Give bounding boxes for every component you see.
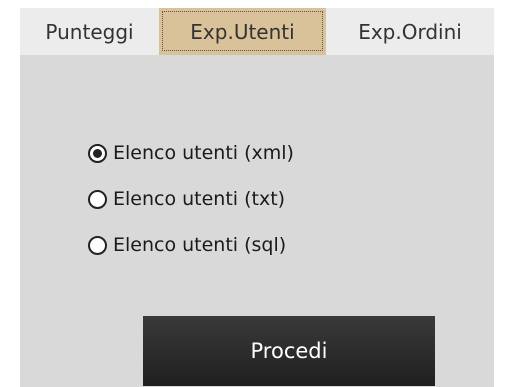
tab-punteggi-label: Punteggi (45, 19, 134, 44)
radio-option-xml[interactable]: Elenco utenti (xml) (88, 130, 294, 176)
proceed-button-label: Procedi (250, 339, 328, 363)
tab-exp-utenti-label: Exp.Utenti (190, 19, 295, 44)
tab-panel-exp-utenti: Elenco utenti (xml) Elenco utenti (txt) … (20, 55, 494, 387)
tab-exp-ordini-label: Exp.Ordini (358, 19, 462, 44)
tab-punteggi[interactable]: Punteggi (20, 8, 159, 55)
radio-option-txt[interactable]: Elenco utenti (txt) (88, 176, 294, 222)
proceed-button[interactable]: Procedi (143, 316, 435, 386)
radio-button-xml[interactable] (88, 143, 107, 163)
tab-exp-ordini[interactable]: Exp.Ordini (326, 8, 494, 55)
radio-label-sql: Elenco utenti (sql) (113, 234, 287, 256)
tab-bar: Punteggi Exp.Utenti Exp.Ordini (0, 0, 505, 55)
export-window: Punteggi Exp.Utenti Exp.Ordini Elenco ut… (0, 0, 505, 387)
radio-label-xml: Elenco utenti (xml) (113, 142, 294, 164)
export-format-radio-group: Elenco utenti (xml) Elenco utenti (txt) … (88, 130, 294, 268)
tab-exp-utenti[interactable]: Exp.Utenti (159, 8, 326, 55)
radio-label-txt: Elenco utenti (txt) (113, 188, 286, 210)
radio-option-sql[interactable]: Elenco utenti (sql) (88, 222, 294, 268)
radio-button-txt[interactable] (88, 189, 107, 209)
radio-button-sql[interactable] (88, 235, 107, 255)
radio-checked-dot (93, 148, 102, 158)
